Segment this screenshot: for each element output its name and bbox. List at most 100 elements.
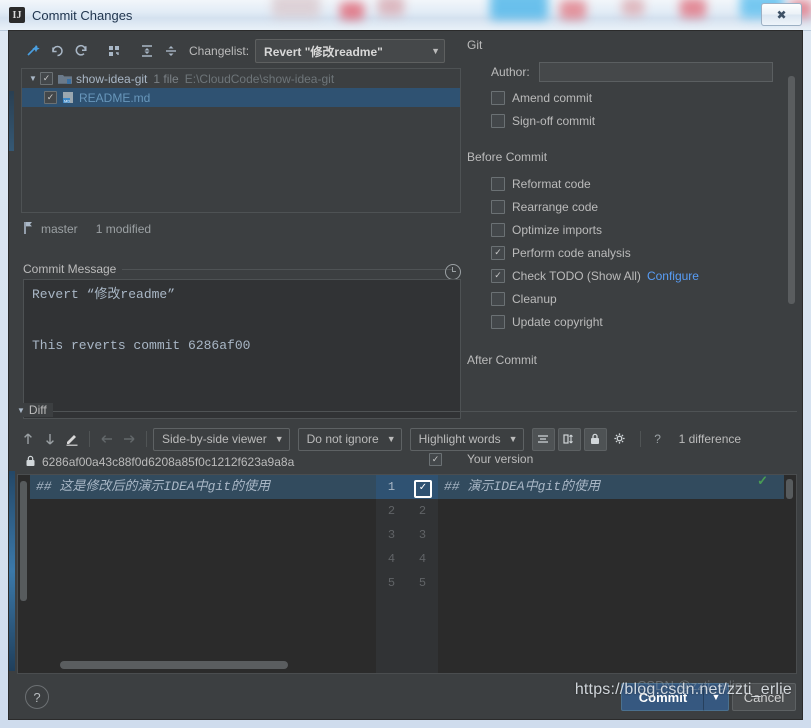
settings-gear-icon[interactable] xyxy=(610,429,631,450)
check-todo-checkbox[interactable] xyxy=(491,269,505,283)
root-checkbox[interactable] xyxy=(40,72,53,85)
commit-button[interactable]: Commit xyxy=(621,683,705,711)
difference-count: 1 difference xyxy=(679,432,742,446)
commit-changes-dialog: Changelist: Revert "修改readme" ▼ ▼ xyxy=(8,30,803,720)
apply-right-icon[interactable] xyxy=(118,428,140,450)
perform-code-analysis-checkbox-row[interactable]: Perform code analysis xyxy=(491,241,797,264)
diff-section-label[interactable]: ▼Diff xyxy=(17,403,53,417)
show-diff-markers-icon[interactable] xyxy=(558,428,581,451)
collapse-all-icon[interactable] xyxy=(159,39,183,63)
viewer-mode-value: Side-by-side viewer xyxy=(162,432,267,446)
edit-icon[interactable] xyxy=(61,428,83,450)
git-group: Git xyxy=(467,38,797,52)
diff-section-header: ▼Diff xyxy=(17,403,797,421)
rearrange-code-checkbox-row[interactable]: Rearrange code xyxy=(491,195,797,218)
dialog-footer: ? Commit ▼ Cancel CSDN @zzti_erlie https… xyxy=(9,675,804,719)
optimize-imports-checkbox-row[interactable]: Optimize imports xyxy=(491,218,797,241)
amend-commit-checkbox-row[interactable]: Amend commit xyxy=(491,86,797,109)
cancel-button[interactable]: Cancel xyxy=(732,683,796,711)
right-line-1: ## 演示IDEA中git的使用 xyxy=(438,475,784,499)
collapse-unchanged-icon[interactable] xyxy=(532,428,555,451)
show-diff-icon[interactable] xyxy=(21,39,45,63)
divider xyxy=(121,269,453,270)
modified-count: 1 modified xyxy=(96,222,151,236)
amend-commit-checkbox[interactable] xyxy=(491,91,505,105)
file-checkbox[interactable] xyxy=(44,91,57,104)
author-row: Author: xyxy=(491,62,797,82)
left-diff-scrollbar-thumb[interactable] xyxy=(20,481,27,601)
commit-dropdown-arrow[interactable]: ▼ xyxy=(703,683,729,711)
rollback-icon[interactable] xyxy=(45,39,69,63)
options-pane: Git Author: Amend commit Sign-off commit xyxy=(467,36,797,399)
rearrange-code-checkbox[interactable] xyxy=(491,200,505,214)
check-todo-checkbox-row[interactable]: Check TODO (Show All) Configure xyxy=(491,264,797,287)
configure-link[interactable]: Configure xyxy=(647,269,699,283)
update-copyright-checkbox[interactable] xyxy=(491,315,505,329)
left-diff-editor[interactable]: ✓ ## 这是修改后的演示IDEA中git的使用 xyxy=(30,475,376,673)
your-version-checkbox[interactable] xyxy=(429,453,442,466)
table-row[interactable]: MD README.md xyxy=(22,88,460,107)
chevron-down-icon[interactable]: ▼ xyxy=(26,74,40,83)
perform-code-analysis-checkbox[interactable] xyxy=(491,246,505,260)
accept-change-checkbox[interactable]: ✓ xyxy=(414,480,432,498)
options-scrollbar[interactable] xyxy=(788,50,795,360)
optimize-imports-checkbox[interactable] xyxy=(491,223,505,237)
lock-icon xyxy=(25,455,36,470)
right-num-3: 3 xyxy=(407,523,438,547)
changes-toolbar: Changelist: Revert "修改readme" ▼ xyxy=(17,36,465,66)
diff-viewer: ✓ ## 这是修改后的演示IDEA中git的使用 1 2 3 xyxy=(17,474,797,674)
highlight-value: Highlight words xyxy=(419,432,501,446)
changes-tree[interactable]: ▼ show-idea-git 1 file E:\CloudCode\show… xyxy=(21,68,461,213)
right-diff-editor[interactable]: ## 演示IDEA中git的使用 ✓ xyxy=(438,475,784,673)
left-line-4 xyxy=(30,547,376,571)
revision-bar: 6286af00a43c88f0d6208a85f0c1212f623a9a8a xyxy=(17,452,797,472)
folder-icon xyxy=(58,73,72,85)
help-icon[interactable]: ? xyxy=(647,428,669,450)
reformat-code-checkbox[interactable] xyxy=(491,177,505,191)
root-name: show-idea-git xyxy=(76,72,147,86)
apply-left-icon[interactable] xyxy=(96,428,118,450)
diff-toolbar: Side-by-side viewer ▼ Do not ignore ▼ Hi… xyxy=(17,426,797,452)
next-difference-icon[interactable] xyxy=(39,428,61,450)
cleanup-checkbox[interactable] xyxy=(491,292,505,306)
cleanup-checkbox-row[interactable]: Cleanup xyxy=(491,287,797,310)
sign-off-commit-checkbox-row[interactable]: Sign-off commit xyxy=(491,109,797,132)
left-diff-scrollbar[interactable] xyxy=(18,475,30,673)
chevron-down-icon[interactable]: ▼ xyxy=(17,406,25,415)
changelist-value: Revert "修改readme" xyxy=(264,43,383,60)
changelist-label: Changelist: xyxy=(189,44,249,58)
right-diff-scrollbar[interactable] xyxy=(784,475,796,673)
reformat-code-label: Reformat code xyxy=(512,177,591,191)
left-diff-hscrollbar[interactable] xyxy=(60,661,288,669)
left-num-5: 5 xyxy=(376,571,407,595)
lock-icon[interactable] xyxy=(584,428,607,451)
refresh-icon[interactable] xyxy=(69,39,93,63)
whitespace-dropdown[interactable]: Do not ignore ▼ xyxy=(298,428,402,451)
expand-all-icon[interactable] xyxy=(135,39,159,63)
right-line-5 xyxy=(438,571,784,595)
sign-off-commit-checkbox[interactable] xyxy=(491,114,505,128)
rearrange-code-label: Rearrange code xyxy=(512,200,598,214)
author-field[interactable] xyxy=(539,62,773,82)
group-by-icon[interactable] xyxy=(102,39,126,63)
highlight-dropdown[interactable]: Highlight words ▼ xyxy=(410,428,524,451)
root-path: E:\CloudCode\show-idea-git xyxy=(185,72,334,86)
tree-row-root[interactable]: ▼ show-idea-git 1 file E:\CloudCode\show… xyxy=(22,69,460,88)
history-clock-icon[interactable] xyxy=(445,264,461,280)
changelist-dropdown[interactable]: Revert "修改readme" ▼ xyxy=(255,39,445,63)
right-diff-scrollbar-thumb[interactable] xyxy=(786,479,793,499)
options-scrollbar-thumb[interactable] xyxy=(788,76,795,304)
reformat-code-checkbox-row[interactable]: Reformat code xyxy=(491,172,797,195)
close-icon[interactable]: ✖ xyxy=(761,3,802,26)
previous-difference-icon[interactable] xyxy=(17,428,39,450)
update-copyright-checkbox-row[interactable]: Update copyright xyxy=(491,310,797,333)
git-group-label: Git xyxy=(467,38,489,52)
help-button[interactable]: ? xyxy=(25,685,49,709)
chevron-down-icon: ▼ xyxy=(387,434,396,444)
cleanup-label: Cleanup xyxy=(512,292,557,306)
commit-message-label: Commit Message xyxy=(23,262,122,276)
left-num-1: 1 xyxy=(376,475,407,499)
commit-message-input[interactable]: Revert “修改readme” This reverts commit 62… xyxy=(23,279,461,419)
viewer-mode-dropdown[interactable]: Side-by-side viewer ▼ xyxy=(153,428,290,451)
left-num-3: 3 xyxy=(376,523,407,547)
